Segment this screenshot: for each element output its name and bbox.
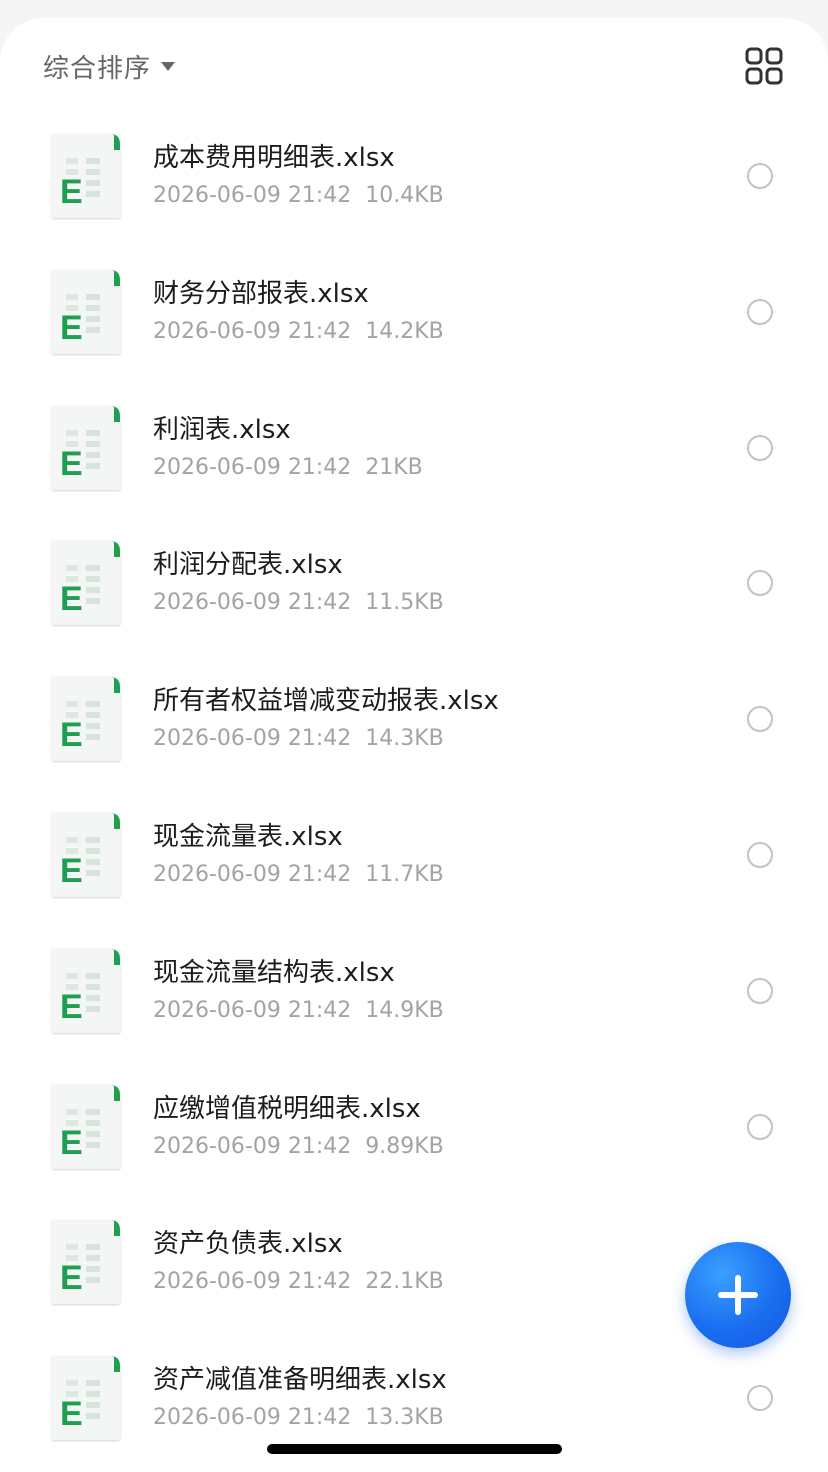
excel-file-icon: E	[52, 405, 120, 490]
select-checkbox[interactable]	[747, 570, 773, 597]
file-name: 现金流量表.xlsx	[153, 821, 343, 852]
file-meta: 2026-06-09 21:42 22.1KB	[153, 1269, 444, 1294]
file-list-item[interactable]: E 利润分配表.xlsx 2026-06-09 21:42 11.5KB	[0, 522, 828, 658]
file-list-item[interactable]: E 现金流量结构表.xlsx 2026-06-09 21:42 14.9KB	[0, 930, 828, 1066]
excel-file-icon: E	[52, 1220, 120, 1305]
caret-down-icon	[161, 61, 176, 71]
select-checkbox[interactable]	[747, 706, 773, 733]
file-list-item[interactable]: E 利润表.xlsx 2026-06-09 21:42 21KB	[0, 387, 828, 523]
file-size: 14.2KB	[365, 318, 444, 344]
file-meta: 2026-06-09 21:42 21KB	[153, 455, 423, 480]
file-size: 14.3KB	[365, 726, 444, 752]
add-file-button[interactable]	[685, 1242, 791, 1348]
file-list-item[interactable]: E 所有者权益增减变动报表.xlsx 2026-06-09 21:42 14.3K…	[0, 658, 828, 794]
select-checkbox[interactable]	[747, 163, 773, 189]
select-checkbox[interactable]	[747, 977, 773, 1004]
file-size: 21KB	[365, 454, 423, 480]
file-name: 现金流量结构表.xlsx	[153, 957, 395, 988]
file-list-item[interactable]: E 应缴增值税明细表.xlsx 2026-06-09 21:42 9.89KB	[0, 1066, 828, 1202]
file-date: 2026-06-09 21:42	[153, 997, 352, 1023]
file-date: 2026-06-09 21:42	[153, 1405, 352, 1431]
file-name: 成本费用明细表.xlsx	[153, 143, 395, 173]
excel-file-icon: E	[52, 1084, 120, 1169]
file-meta: 2026-06-09 21:42 14.2KB	[153, 319, 444, 344]
file-browser-panel: 综合排序 E 成本费用明细表.xlsx 2026-06-09 21:42 10.…	[0, 18, 828, 1472]
grid-view-icon[interactable]	[744, 46, 784, 86]
file-meta: 2026-06-09 21:42 9.89KB	[153, 1134, 444, 1159]
toolbar: 综合排序	[0, 18, 828, 114]
file-name: 应缴增值税明细表.xlsx	[153, 1093, 421, 1124]
select-checkbox[interactable]	[747, 841, 773, 868]
svg-text:E: E	[60, 988, 83, 1026]
select-checkbox[interactable]	[747, 298, 773, 325]
file-meta: 2026-06-09 21:42 11.5KB	[153, 590, 444, 615]
excel-file-icon: E	[52, 1356, 120, 1441]
svg-text:E: E	[60, 1124, 83, 1162]
svg-text:E: E	[60, 852, 83, 890]
file-name: 所有者权益增减变动报表.xlsx	[153, 686, 499, 717]
file-size: 13.3KB	[365, 1405, 444, 1431]
excel-file-icon: E	[52, 812, 120, 897]
file-list-item[interactable]: E 现金流量表.xlsx 2026-06-09 21:42 11.7KB	[0, 794, 828, 930]
file-size: 11.5KB	[365, 590, 444, 616]
svg-text:E: E	[60, 1395, 83, 1433]
file-size: 11.7KB	[365, 861, 444, 887]
svg-text:E: E	[60, 580, 83, 618]
excel-file-icon: E	[52, 541, 120, 626]
svg-text:E: E	[60, 309, 83, 347]
file-date: 2026-06-09 21:42	[153, 861, 352, 887]
svg-text:E: E	[60, 1259, 83, 1297]
file-size: 10.4KB	[365, 183, 444, 208]
svg-text:E: E	[60, 716, 83, 754]
file-date: 2026-06-09 21:42	[153, 590, 352, 616]
sort-label: 综合排序	[43, 53, 152, 84]
file-date: 2026-06-09 21:42	[153, 183, 352, 208]
file-size: 14.9KB	[365, 997, 444, 1023]
select-checkbox[interactable]	[747, 1385, 773, 1412]
file-name: 资产减值准备明细表.xlsx	[153, 1365, 447, 1396]
file-name: 利润分配表.xlsx	[153, 550, 343, 581]
file-name: 财务分部报表.xlsx	[153, 278, 369, 309]
excel-file-icon: E	[52, 677, 120, 762]
file-size: 22.1KB	[365, 1269, 444, 1295]
select-checkbox[interactable]	[747, 434, 773, 461]
file-meta: 2026-06-09 21:42 11.7KB	[153, 862, 444, 887]
home-indicator	[267, 1444, 562, 1454]
excel-file-icon: E	[52, 134, 120, 218]
plus-icon	[718, 1275, 758, 1315]
file-date: 2026-06-09 21:42	[153, 454, 352, 480]
file-list-item[interactable]: E 财务分部报表.xlsx 2026-06-09 21:42 14.2KB	[0, 251, 828, 387]
excel-file-icon: E	[52, 269, 120, 354]
select-checkbox[interactable]	[747, 1113, 773, 1140]
file-meta: 2026-06-09 21:42 14.9KB	[153, 998, 444, 1023]
file-size: 9.89KB	[365, 1133, 444, 1159]
file-date: 2026-06-09 21:42	[153, 726, 352, 752]
file-meta: 2026-06-09 21:42 10.4KB	[153, 183, 444, 208]
file-meta: 2026-06-09 21:42 14.3KB	[153, 726, 444, 751]
excel-file-icon: E	[52, 948, 120, 1033]
svg-text:E: E	[60, 173, 83, 211]
file-meta: 2026-06-09 21:42 13.3KB	[153, 1405, 444, 1430]
file-date: 2026-06-09 21:42	[153, 1269, 352, 1295]
sort-dropdown-button[interactable]: 综合排序	[43, 46, 176, 86]
file-name: 资产负债表.xlsx	[153, 1229, 343, 1260]
file-list-item[interactable]: E 成本费用明细表.xlsx 2026-06-09 21:42 10.4KB	[0, 115, 828, 251]
file-date: 2026-06-09 21:42	[153, 318, 352, 344]
file-date: 2026-06-09 21:42	[153, 1133, 352, 1159]
svg-text:E: E	[60, 445, 83, 483]
file-name: 利润表.xlsx	[153, 414, 291, 445]
